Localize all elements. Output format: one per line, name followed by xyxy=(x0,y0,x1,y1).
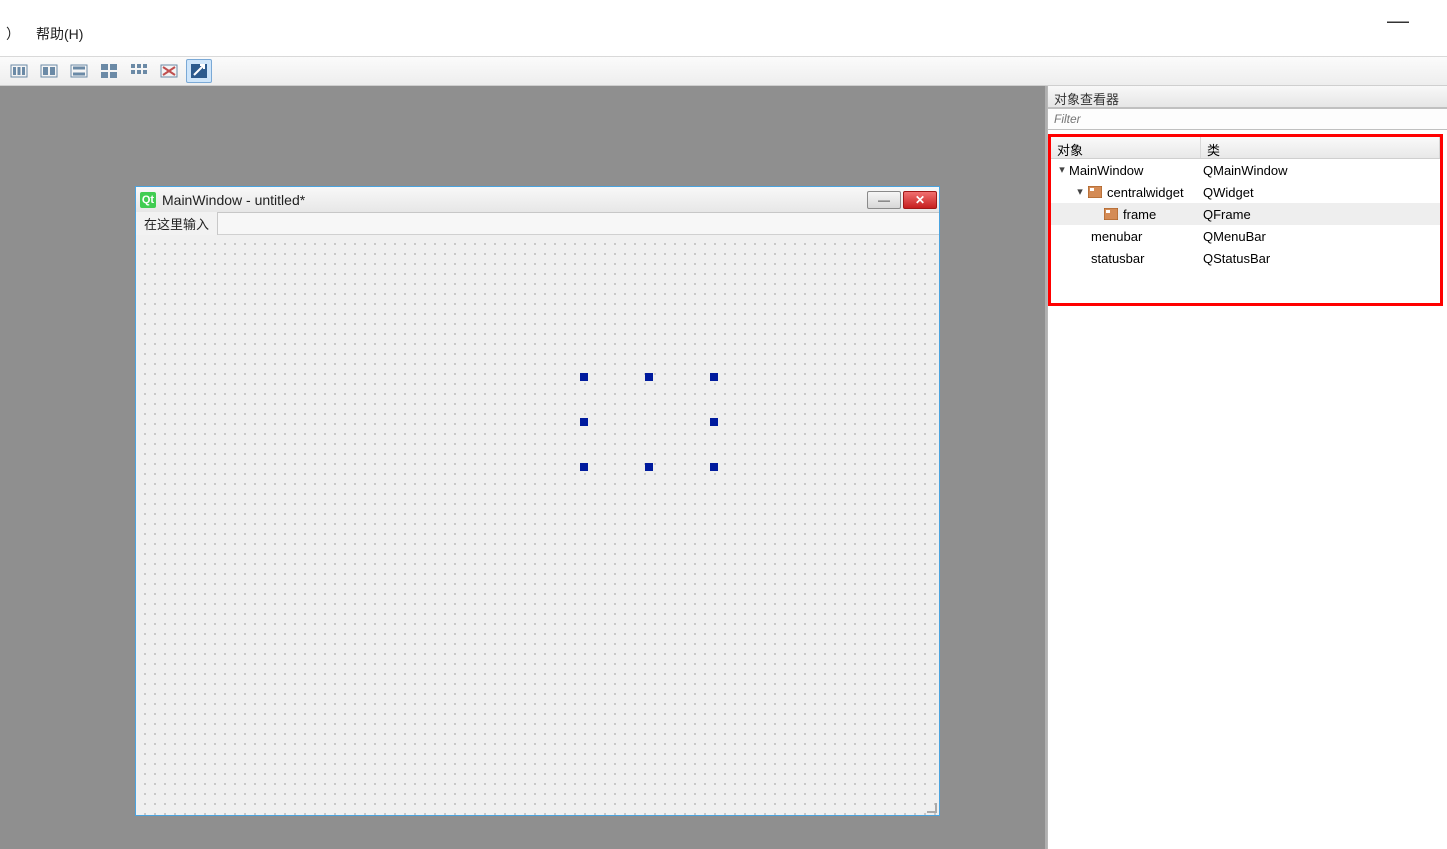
menubar-item-help[interactable]: 帮助(H) xyxy=(30,20,93,50)
tree-node-class: QMenuBar xyxy=(1201,229,1440,244)
object-column-header[interactable]: 对象 xyxy=(1051,137,1201,158)
tree-row-centralwidget[interactable]: ▾ centralwidget QWidget xyxy=(1051,181,1440,203)
tree-node-class: QWidget xyxy=(1201,185,1440,200)
object-tree: 对象 类 ▾ MainWindow QMainWindow ▾ xyxy=(1048,134,1443,306)
object-tree-header: 对象 类 xyxy=(1051,137,1440,159)
resize-handle-tl[interactable] xyxy=(580,373,588,381)
tree-node-class: QStatusBar xyxy=(1201,251,1440,266)
break-layout-icon[interactable] xyxy=(156,59,182,83)
class-column-header[interactable]: 类 xyxy=(1201,137,1440,158)
preview-menubar[interactable]: 在这里输入 xyxy=(136,213,939,235)
close-button[interactable]: ✕ xyxy=(903,191,937,209)
layout-horizontal-icon[interactable] xyxy=(6,59,32,83)
adjust-size-icon[interactable] xyxy=(186,59,212,83)
layout-h-split-icon[interactable] xyxy=(36,59,62,83)
preview-menu-hint[interactable]: 在这里输入 xyxy=(136,212,218,236)
qt-icon: Qt xyxy=(140,192,156,208)
app-menubar: ） 帮助(H) xyxy=(0,0,1447,56)
object-inspector-filter xyxy=(1048,108,1447,130)
filter-input[interactable] xyxy=(1048,109,1447,129)
resize-handle-mr[interactable] xyxy=(710,418,718,426)
tree-node-label: centralwidget xyxy=(1107,185,1184,200)
window-resize-grip[interactable] xyxy=(923,799,937,813)
tree-node-class: QMainWindow xyxy=(1201,163,1440,178)
preview-window-buttons: — ✕ xyxy=(867,191,937,209)
resize-handle-bl[interactable] xyxy=(580,463,588,471)
menubar-item-0[interactable]: ） xyxy=(0,20,30,50)
preview-form-body[interactable] xyxy=(136,235,939,815)
object-inspector-panel: 对象查看器 对象 类 ▾ MainWindow QMainWindow xyxy=(1047,86,1447,849)
chevron-down-icon[interactable]: ▾ xyxy=(1055,163,1069,176)
widget-icon xyxy=(1087,185,1103,199)
tree-node-label: menubar xyxy=(1091,229,1142,244)
tree-row-mainwindow[interactable]: ▾ MainWindow QMainWindow xyxy=(1051,159,1440,181)
tree-row-statusbar[interactable]: statusbar QStatusBar xyxy=(1051,247,1440,269)
chevron-down-icon[interactable]: ▾ xyxy=(1073,185,1087,198)
layout-grid2-icon[interactable] xyxy=(126,59,152,83)
main-area: Qt MainWindow - untitled* — ✕ 在这里输入 xyxy=(0,86,1447,849)
object-inspector-title: 对象查看器 xyxy=(1048,86,1447,108)
toolbar xyxy=(0,56,1447,86)
selected-widget-frame[interactable] xyxy=(584,377,714,467)
resize-handle-tm[interactable] xyxy=(645,373,653,381)
tree-node-class: QFrame xyxy=(1201,207,1440,222)
design-canvas[interactable]: Qt MainWindow - untitled* — ✕ 在这里输入 xyxy=(0,86,1047,849)
tree-node-label: frame xyxy=(1123,207,1156,222)
preview-window[interactable]: Qt MainWindow - untitled* — ✕ 在这里输入 xyxy=(135,186,940,816)
tree-row-frame[interactable]: frame QFrame xyxy=(1051,203,1440,225)
preview-titlebar: Qt MainWindow - untitled* — ✕ xyxy=(136,187,939,213)
object-tree-body: ▾ MainWindow QMainWindow ▾ centralwidget… xyxy=(1051,159,1440,269)
widget-icon xyxy=(1103,207,1119,221)
resize-handle-br[interactable] xyxy=(710,463,718,471)
window-minimize-hint: — xyxy=(1387,8,1409,34)
resize-handle-tr[interactable] xyxy=(710,373,718,381)
resize-handle-bm[interactable] xyxy=(645,463,653,471)
preview-title: MainWindow - untitled* xyxy=(162,192,867,208)
minimize-button[interactable]: — xyxy=(867,191,901,209)
resize-handle-ml[interactable] xyxy=(580,418,588,426)
tree-node-label: statusbar xyxy=(1091,251,1144,266)
tree-row-menubar[interactable]: menubar QMenuBar xyxy=(1051,225,1440,247)
layout-grid-icon[interactable] xyxy=(96,59,122,83)
layout-vertical-icon[interactable] xyxy=(66,59,92,83)
tree-node-label: MainWindow xyxy=(1069,163,1143,178)
